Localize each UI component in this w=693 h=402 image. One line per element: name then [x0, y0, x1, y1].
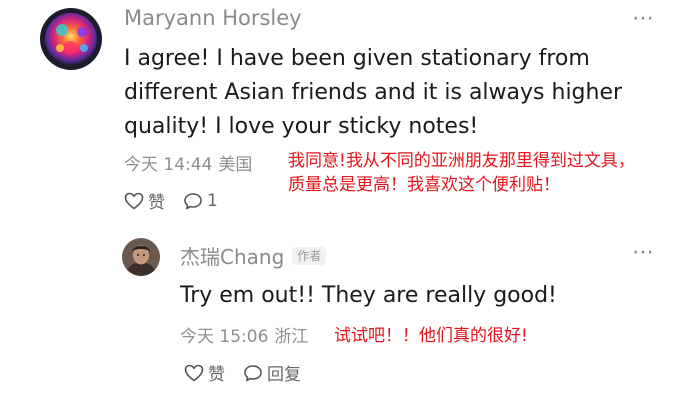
like-label: 赞 [148, 193, 165, 213]
comment-location: 美国 [218, 155, 253, 175]
reply-time: 今天 15:06 [180, 327, 269, 347]
comment-time: 今天 14:44 [124, 155, 213, 175]
reply-count-button[interactable]: 1 [183, 191, 218, 211]
reply-count: 1 [207, 190, 218, 211]
reply-actions: 赞 回复 [184, 360, 301, 385]
more-options-icon[interactable]: ⋯ [632, 6, 655, 31]
speech-bubble-icon [184, 192, 202, 209]
comment-text: I agree! I have been given stationary fr… [124, 46, 623, 139]
more-options-icon[interactable]: ⋯ [632, 240, 655, 265]
comment-actions: 赞 1 [124, 188, 218, 213]
reply-author-name[interactable]: 杰瑞Chang [180, 241, 284, 270]
reply-button[interactable]: 回复 [243, 360, 301, 385]
reply-author: 杰瑞Chang 作者 [180, 241, 327, 270]
like-button[interactable]: 赞 [184, 360, 225, 385]
avatar-image [122, 238, 160, 276]
comment-translation-annotation: 我同意!我从不同的亚洲朋友那里得到过文具，质量总是更高！我喜欢这个便利贴！ [288, 151, 635, 195]
like-button[interactable]: 赞 [124, 188, 165, 213]
reply-avatar[interactable] [122, 238, 160, 276]
speech-bubble-icon [244, 364, 262, 381]
comment-meta: 今天 14:44 美国 [124, 150, 252, 175]
avatar[interactable] [40, 8, 102, 70]
comment-author-name[interactable]: Maryann Horsley [124, 6, 302, 30]
heart-outline-icon [184, 364, 204, 381]
reply-text: Try em out!! They are really good! [180, 283, 557, 308]
reply-label: 回复 [267, 365, 301, 385]
author-badge: 作者 [292, 246, 327, 265]
heart-outline-icon [124, 192, 144, 209]
reply-translation-annotation: 试试吧！！他们真的很好! [334, 326, 528, 346]
reply-meta: 今天 15:06 浙江 [180, 322, 308, 347]
avatar-image [40, 8, 102, 70]
reply-location: 浙江 [274, 327, 309, 347]
like-label: 赞 [208, 365, 225, 385]
